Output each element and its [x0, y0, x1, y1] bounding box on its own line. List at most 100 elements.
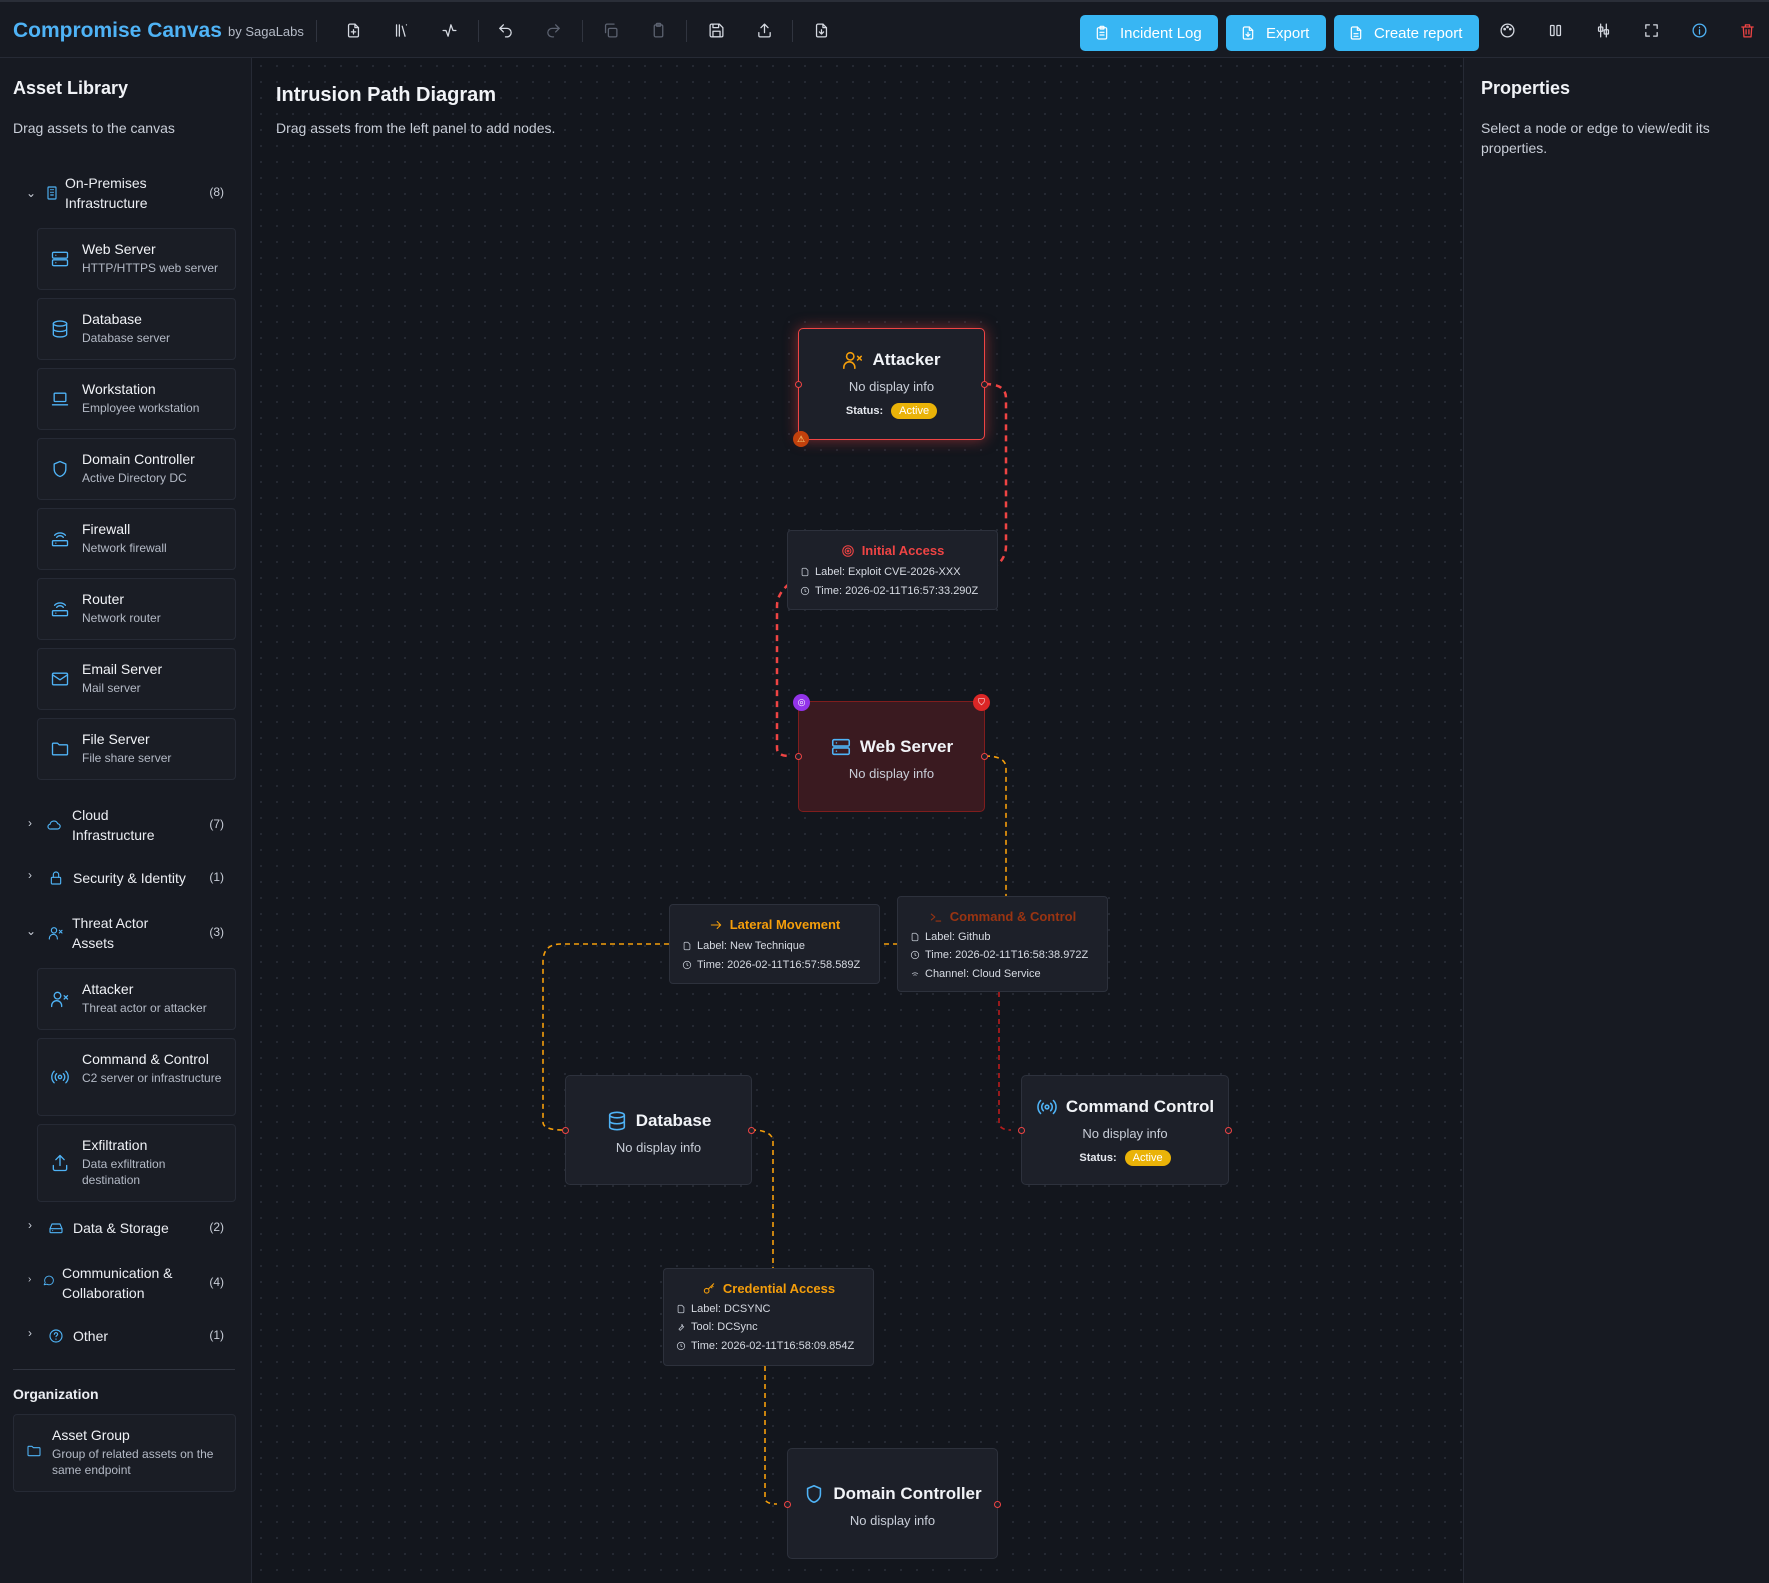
connection-handle[interactable]	[784, 1501, 791, 1508]
asset-web-server[interactable]: Web Server HTTP/HTTPS web server	[37, 228, 236, 290]
server-icon	[831, 738, 850, 756]
toolbar-divider	[582, 20, 583, 42]
router-icon	[50, 599, 70, 619]
asset-firewall[interactable]: Firewall Network firewall	[37, 508, 236, 570]
connection-handle[interactable]	[1225, 1127, 1232, 1134]
info-icon[interactable]	[1686, 17, 1712, 43]
edge-label-command-control[interactable]: Command & Control Label: Github Time: 20…	[897, 896, 1108, 992]
category-communication[interactable]: › Communication & Collaboration (4)	[0, 1260, 240, 1306]
create-report-label: Create report	[1374, 24, 1463, 42]
radio-icon	[50, 1067, 70, 1087]
save-icon[interactable]	[703, 17, 729, 43]
asset-name: Attacker	[82, 981, 134, 997]
asset-command-control[interactable]: Command & Control C2 server or infrastru…	[37, 1038, 236, 1116]
edge-label-credential-access[interactable]: Credential Access Label: DCSYNC Tool: DC…	[663, 1268, 874, 1366]
connection-handle[interactable]	[1018, 1127, 1025, 1134]
help-circle-icon	[48, 1328, 64, 1344]
trash-icon[interactable]	[1734, 17, 1760, 43]
node-attacker[interactable]: Attacker No display info Status: Active …	[793, 328, 988, 447]
user-x-icon	[843, 351, 863, 370]
file-icon	[683, 941, 691, 951]
redo-icon[interactable]	[540, 17, 566, 43]
node-command-control[interactable]: Command Control No display info Status: …	[1018, 1075, 1232, 1185]
node-web-server[interactable]: Web Server No display info ◎ ⛉	[793, 694, 990, 812]
asset-name: Database	[82, 311, 142, 327]
fullscreen-icon[interactable]	[1638, 17, 1664, 43]
wifi-icon	[911, 972, 919, 978]
node-info: No display info	[848, 766, 935, 781]
diagram-canvas[interactable]: Intrusion Path Diagram Drag assets from …	[253, 58, 1463, 1583]
asset-name: Command & Control	[82, 1051, 209, 1067]
target-badge-icon: ◎	[793, 694, 810, 711]
edge-time-text: Time: 2026-02-11T16:58:09.854Z	[691, 1340, 855, 1352]
edge-label-text: Label: Exploit CVE-2026-XXX	[815, 566, 961, 578]
export-button[interactable]: Export	[1226, 15, 1326, 51]
asset-workstation[interactable]: Workstation Employee workstation	[37, 368, 236, 430]
connection-handle[interactable]	[562, 1127, 569, 1134]
toolbar-divider	[478, 20, 479, 42]
edge-title: Initial Access	[788, 543, 997, 558]
node-label: Command Control	[1065, 1097, 1215, 1116]
category-label: Threat Actor Assets	[72, 915, 149, 951]
chevron-down-icon: ⌄	[26, 924, 37, 938]
node-domain-controller[interactable]: Domain Controller No display info	[784, 1448, 1001, 1559]
clock-icon	[682, 960, 692, 970]
node-header: Database	[566, 1110, 751, 1132]
connection-handle[interactable]	[795, 381, 802, 388]
connection-handle[interactable]	[748, 1127, 755, 1134]
asset-name: Workstation	[82, 381, 156, 397]
connection-handle[interactable]	[795, 753, 802, 760]
status-badge: Active	[891, 403, 938, 419]
shield-icon	[807, 1484, 822, 1504]
paste-icon[interactable]	[645, 17, 671, 43]
align-icon[interactable]	[1590, 17, 1616, 43]
edge-row: Time: 2026-02-11T16:58:38.972Z	[910, 949, 1088, 961]
asset-exfiltration[interactable]: Exfiltration Data exfiltration destinati…	[37, 1124, 236, 1202]
asset-group[interactable]: Asset Group Group of related assets on t…	[13, 1414, 236, 1492]
asset-attacker[interactable]: Attacker Threat actor or attacker	[37, 968, 236, 1030]
asset-email-server[interactable]: Email Server Mail server	[37, 648, 236, 710]
node-database[interactable]: Database No display info	[562, 1075, 755, 1185]
category-cloud[interactable]: › Cloud Infrastructure (7)	[0, 802, 240, 848]
file-export-icon	[1242, 26, 1254, 40]
category-other[interactable]: › Other (1)	[0, 1322, 240, 1350]
upload-icon[interactable]	[751, 17, 777, 43]
connection-handle[interactable]	[981, 381, 988, 388]
arrow-right-icon	[710, 920, 721, 929]
edge-title: Credential Access	[664, 1281, 873, 1296]
asset-router[interactable]: Router Network router	[37, 578, 236, 640]
asset-database[interactable]: Database Database server	[37, 298, 236, 360]
category-data-storage[interactable]: › Data & Storage (2)	[0, 1214, 240, 1242]
asset-domain-controller[interactable]: Domain Controller Active Directory DC	[37, 438, 236, 500]
toolbar-divider	[686, 20, 687, 42]
activity-icon[interactable]	[436, 17, 462, 43]
incident-log-button[interactable]: Incident Log	[1080, 15, 1218, 51]
properties-title: Properties	[1481, 78, 1571, 98]
library-icon[interactable]	[388, 17, 414, 43]
node-info: No display info	[1082, 1126, 1168, 1141]
category-security-identity[interactable]: › Security & Identity (1)	[0, 864, 240, 892]
file-icon	[911, 932, 919, 942]
category-on-premises[interactable]: ⌄ On-Premises Infrastructure (8)	[0, 170, 240, 216]
edge-label-initial-access[interactable]: Initial Access Label: Exploit CVE-2026-X…	[787, 530, 998, 610]
create-report-button[interactable]: Create report	[1334, 15, 1479, 51]
connection-handle[interactable]	[981, 753, 988, 760]
category-count: (8)	[209, 185, 224, 199]
node-info: No display info	[848, 379, 935, 394]
chevron-right-icon: ›	[28, 1326, 32, 1340]
connection-handle[interactable]	[994, 1501, 1001, 1508]
edge-label-lateral-movement[interactable]: Lateral Movement Label: New Technique Ti…	[669, 904, 880, 984]
asset-file-server[interactable]: File Server File share server	[37, 718, 236, 780]
status-label: Status:	[845, 405, 884, 417]
asset-name: Asset Group	[52, 1427, 130, 1443]
palette-icon[interactable]	[1494, 17, 1520, 43]
top-toolbar: Compromise Canvas by SagaLabs Incident L…	[0, 0, 1769, 58]
node-label: Web Server	[859, 737, 954, 756]
category-label: On-Premises Infrastructure	[65, 175, 148, 211]
columns-icon[interactable]	[1542, 17, 1568, 43]
new-file-icon[interactable]	[340, 17, 366, 43]
import-file-icon[interactable]	[808, 17, 834, 43]
category-threat-actor[interactable]: ⌄ Threat Actor Assets (3)	[0, 910, 240, 956]
undo-icon[interactable]	[492, 17, 518, 43]
copy-icon[interactable]	[597, 17, 623, 43]
